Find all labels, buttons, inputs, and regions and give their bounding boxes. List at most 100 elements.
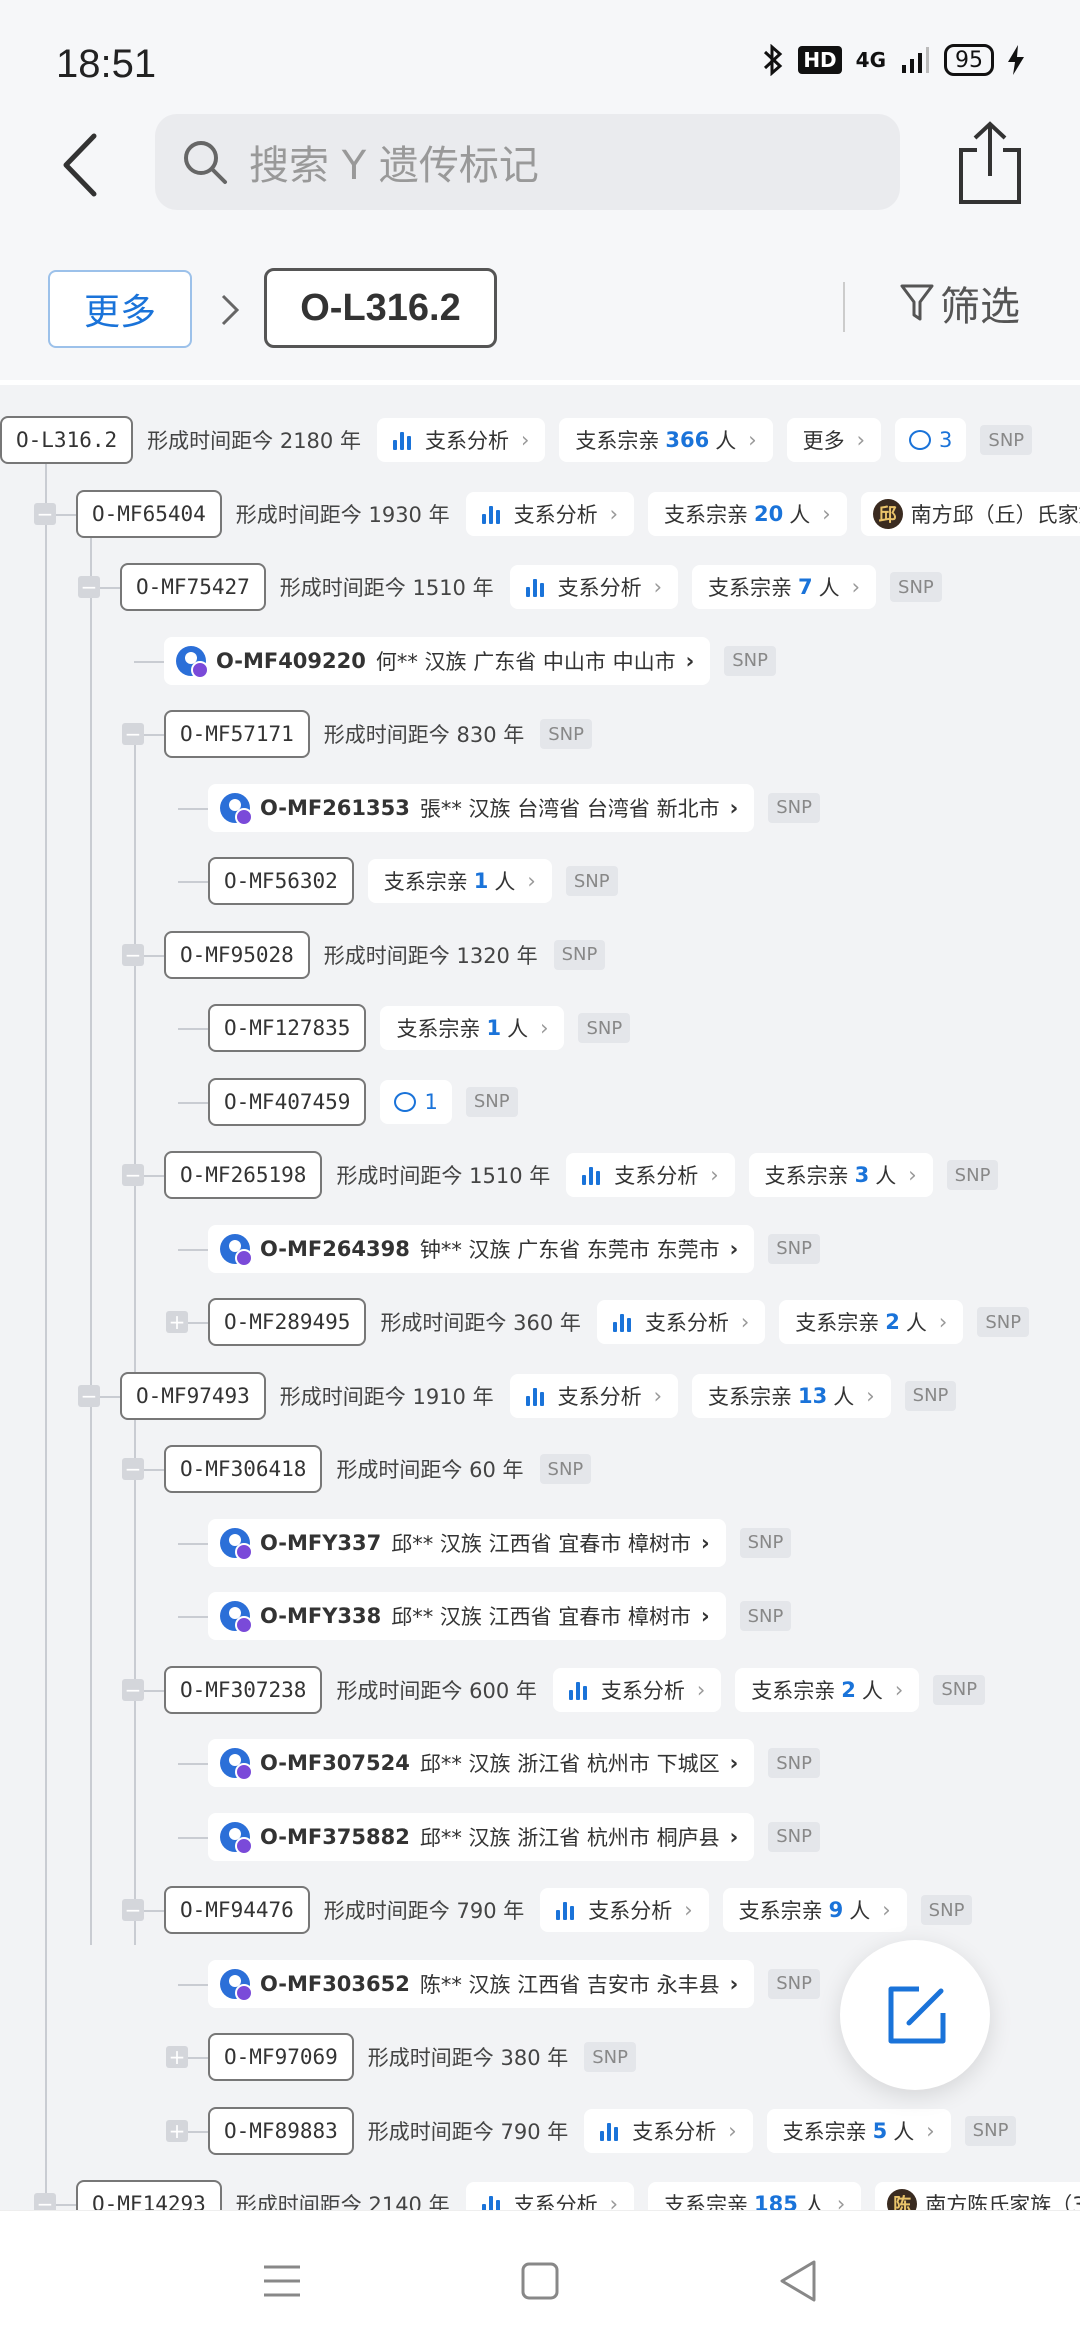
more-button[interactable]: 更多 <box>48 270 192 348</box>
haplogroup-id[interactable]: O-MF14293 <box>76 2180 222 2210</box>
haplogroup-id[interactable]: O-MF97493 <box>120 1371 266 1420</box>
haplogroup-row: O-MF127835 支系宗亲 1 人 › SNP <box>208 1003 631 1053</box>
sample-link[interactable]: O-MFY338 邱** 汉族 江西省 宜春市 樟树市 › <box>208 1592 726 1640</box>
collapse-toggle[interactable]: − <box>78 576 100 598</box>
snp-tag: SNP <box>890 572 942 602</box>
collapse-toggle[interactable]: − <box>122 1899 144 1921</box>
haplogroup-row: O-MF89883 形成时间距今 790 年 支系分析 › 支系宗亲 5 人 › SNP <box>208 2106 1017 2156</box>
chevron-right-icon: › <box>653 1383 662 1408</box>
haplogroup-id[interactable]: O-MF97069 <box>208 2033 354 2081</box>
family-badge-icon: 陈 <box>887 2189 918 2210</box>
more-button[interactable]: 更多 › <box>786 418 882 462</box>
family-link[interactable]: 邱南方邱（丘）氏家族› <box>860 491 1080 536</box>
back-button[interactable] <box>50 130 110 200</box>
collapse-toggle[interactable]: − <box>122 1678 144 1701</box>
sample-link[interactable]: O-MF307524 邱** 汉族 浙江省 杭州市 下城区 › <box>208 1739 755 1787</box>
collapse-toggle[interactable]: − <box>34 2193 56 2210</box>
collapse-toggle[interactable]: − <box>34 502 56 525</box>
sample-link[interactable]: O-MFY337 邱** 汉族 江西省 宜春市 樟树市 › <box>208 1518 726 1567</box>
current-haplogroup[interactable]: O-L316.2 <box>264 268 497 348</box>
collapse-toggle[interactable]: − <box>122 723 144 745</box>
relatives-label: 支系宗亲 <box>795 1311 880 1335</box>
sample-link[interactable]: O-MF409220 何** 汉族 广东省 中山市 中山市 › <box>164 636 711 685</box>
relatives-button[interactable]: 支系宗亲 1 人 › <box>380 1006 565 1050</box>
haplogroup-id[interactable]: O-MF89883 <box>208 2106 354 2155</box>
relatives-button[interactable]: 支系宗亲 366 人 › <box>559 418 773 462</box>
filter-button[interactable]: 筛选 <box>900 274 1020 332</box>
relatives-button[interactable]: 支系宗亲 20 人 › <box>648 491 847 536</box>
haplogroup-id[interactable]: O-MF95028 <box>164 930 310 979</box>
branch-analysis-button[interactable]: 支系分析 › <box>566 1153 735 1197</box>
tree-connector <box>90 1420 92 1945</box>
sample-id: O-MF409220 <box>216 648 366 673</box>
branch-analysis-button[interactable]: 支系分析 › <box>509 1373 678 1418</box>
relatives-button[interactable]: 支系宗亲 5 人 › <box>766 2108 951 2153</box>
branch-analysis-button[interactable]: 支系分析 › <box>465 2182 634 2210</box>
collapse-toggle[interactable]: − <box>122 943 144 966</box>
snp-tag: SNP <box>768 1968 820 1999</box>
relatives-button[interactable]: 支系宗亲 1 人 › <box>367 859 552 903</box>
haplogroup-id[interactable]: O-MF94476 <box>164 1886 310 1934</box>
sample-info: 邱** 汉族 江西省 宜春市 樟树市 <box>391 1605 691 1629</box>
sample-id: O-MF375882 <box>260 1824 410 1849</box>
branch-analysis-button[interactable]: 支系分析 › <box>465 491 634 536</box>
snp-tag: SNP <box>768 1748 820 1778</box>
snp-tag: SNP <box>539 1454 592 1484</box>
home-button[interactable] <box>510 2251 570 2311</box>
search-input[interactable]: 搜索 Y 遗传标记 <box>155 114 900 210</box>
relatives-count: 1 <box>486 1016 502 1040</box>
tree-connector <box>90 515 92 1425</box>
expand-toggle[interactable]: + <box>166 1311 188 1333</box>
comments-button[interactable]: 3 <box>895 418 967 462</box>
nav-back-button[interactable] <box>768 2251 828 2311</box>
branch-analysis-button[interactable]: 支系分析 › <box>584 2108 753 2153</box>
expand-toggle[interactable]: + <box>166 2046 188 2068</box>
formation-age: 形成时间距今 360 年 <box>380 1311 581 1335</box>
haplogroup-id[interactable]: O-L316.2 <box>0 416 134 464</box>
haplogroup-id[interactable]: O-MF57171 <box>164 710 310 758</box>
sample-link[interactable]: O-MF375882 邱** 汉族 浙江省 杭州市 桐庐县 › <box>208 1812 755 1861</box>
relatives-button[interactable]: 支系宗亲 2 人 › <box>735 1667 920 1712</box>
family-link[interactable]: 陈南方陈氏家族（3）› <box>875 2182 1080 2210</box>
haplogroup-id[interactable]: O-MF265198 <box>164 1151 323 1199</box>
collapse-toggle[interactable]: − <box>78 1384 100 1407</box>
branch-analysis-button[interactable]: 支系分析 › <box>540 1888 709 1932</box>
relatives-button[interactable]: 支系宗亲 185 人 › <box>648 2182 862 2210</box>
relatives-button[interactable]: 支系宗亲 3 人 › <box>748 1153 933 1197</box>
haplogroup-id[interactable]: O-MF307238 <box>164 1665 323 1714</box>
chevron-right-icon: › <box>729 1971 739 1996</box>
sample-link[interactable]: O-MF303652 陈** 汉族 江西省 吉安市 永丰县 › <box>208 1959 755 2008</box>
haplogroup-row: O-MF94476 形成时间距今 790 年 支系分析 › 支系宗亲 9 人 › SNP <box>164 1885 973 1935</box>
haplogroup-id[interactable]: O-MF289495 <box>208 1298 367 1346</box>
branch-analysis-button[interactable]: 支系分析 › <box>596 1300 766 1344</box>
branch-analysis-button[interactable]: 支系分析 › <box>552 1667 722 1712</box>
comments-button[interactable]: 1 <box>380 1079 452 1124</box>
haplogroup-id[interactable]: O-MF306418 <box>164 1445 323 1493</box>
collapse-toggle[interactable]: − <box>122 1164 144 1186</box>
haplogroup-row: O-MF65404 形成时间距今 1930 年 支系分析 › 支系宗亲 20 人 › 邱南方邱（… <box>76 489 1080 539</box>
haplogroup-id[interactable]: O-MF127835 <box>208 1004 367 1052</box>
haplogroup-id[interactable]: O-MF75427 <box>120 563 266 611</box>
sample-row: O-MF375882 邱** 汉族 浙江省 杭州市 桐庐县 › SNP <box>208 1812 820 1862</box>
sample-id: O-MF307524 <box>260 1751 410 1775</box>
bar-chart-icon <box>481 2194 500 2210</box>
sample-id: O-MFY338 <box>260 1604 382 1628</box>
haplogroup-id[interactable]: O-MF407459 <box>208 1077 367 1126</box>
edit-button[interactable] <box>840 1940 990 2090</box>
haplogroup-id[interactable]: O-MF56302 <box>208 857 354 905</box>
haplogroup-row: O-MF95028 形成时间距今 1320 年 SNP <box>164 930 606 980</box>
relatives-button[interactable]: 支系宗亲 13 人 › <box>692 1373 891 1418</box>
relatives-button[interactable]: 支系宗亲 7 人 › <box>692 565 877 609</box>
branch-analysis-button[interactable]: 支系分析 › <box>376 418 546 462</box>
menu-button[interactable] <box>252 2251 312 2311</box>
collapse-toggle[interactable]: − <box>122 1458 144 1480</box>
sample-link[interactable]: O-MF261353 張** 汉族 台湾省 台湾省 新北市 › <box>208 783 755 832</box>
expand-toggle[interactable]: + <box>166 2119 188 2142</box>
sample-row: O-MF264398 钟** 汉族 广东省 东莞市 东莞市 › SNP <box>208 1224 820 1274</box>
branch-analysis-button[interactable]: 支系分析 › <box>509 565 678 609</box>
sample-link[interactable]: O-MF264398 钟** 汉族 广东省 东莞市 东莞市 › <box>208 1224 755 1273</box>
haplogroup-id[interactable]: O-MF65404 <box>76 489 222 538</box>
relatives-button[interactable]: 支系宗亲 2 人 › <box>779 1300 964 1344</box>
relatives-button[interactable]: 支系宗亲 9 人 › <box>722 1888 907 1932</box>
share-button[interactable] <box>955 120 1025 206</box>
